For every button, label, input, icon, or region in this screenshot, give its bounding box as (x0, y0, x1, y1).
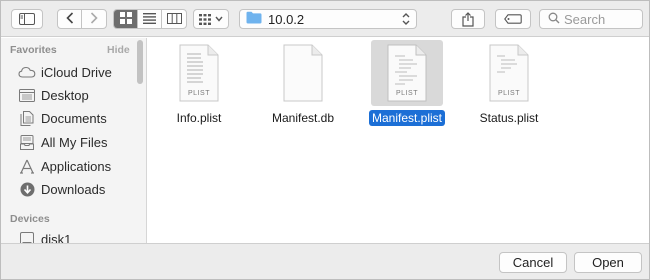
chevron-right-icon (90, 11, 98, 27)
file-name: Manifest.db (271, 111, 335, 125)
view-mode-selector (113, 9, 187, 29)
file-name: Info.plist (176, 111, 222, 125)
grid-icon (119, 11, 132, 27)
open-button[interactable]: Open (574, 252, 642, 273)
path-popup[interactable]: 10.0.2 (239, 9, 417, 29)
file-item-manifest-db[interactable]: Manifest.db (258, 40, 348, 126)
sidebar-item-label: All My Files (41, 134, 108, 150)
chevron-left-icon (65, 11, 74, 27)
sidebar-toggle-icon (19, 13, 35, 25)
documents-icon (18, 110, 36, 126)
icon-view-button[interactable] (114, 10, 138, 28)
back-button[interactable] (58, 10, 82, 28)
sidebar-item-all-my-files[interactable]: All My Files (18, 132, 107, 152)
devices-header: Devices (10, 213, 50, 225)
columns-icon (166, 12, 182, 27)
search-placeholder: Search (564, 11, 606, 27)
sidebar-item-label: iCloud Drive (41, 64, 112, 80)
cancel-button[interactable]: Cancel (499, 252, 567, 273)
sidebar-item-label: Downloads (41, 181, 106, 197)
disk-icon (18, 231, 36, 243)
folder-icon (246, 11, 262, 27)
path-label: 10.0.2 (268, 11, 305, 27)
share-icon (462, 11, 474, 27)
tag-button[interactable] (495, 9, 531, 29)
file-type-badge: PLIST (188, 90, 210, 97)
open-file-dialog: 10.0.2 Search Favorites Hide iCloud Driv… (0, 0, 650, 280)
file-type-badge: PLIST (498, 90, 520, 97)
dialog-footer: Cancel Open (1, 243, 649, 279)
sidebar-item-icloud-drive[interactable]: iCloud Drive (18, 62, 112, 82)
sidebar-scrollbar[interactable] (137, 40, 143, 84)
file-item-manifest-plist[interactable]: PLIST Manifest.plist (362, 40, 452, 126)
applications-icon (18, 158, 36, 174)
sidebar: Favorites Hide iCloud Drive Desktop Docu… (1, 38, 147, 243)
sidebar-item-label: Applications (41, 158, 112, 174)
column-view-button[interactable] (162, 10, 186, 28)
sidebar-item-label: Documents (41, 110, 107, 126)
all-files-icon (18, 134, 36, 150)
sidebar-toggle-button[interactable] (11, 9, 43, 29)
favorites-header: Favorites (10, 44, 57, 56)
file-name: Manifest.plist (368, 110, 446, 126)
list-icon (143, 12, 156, 27)
updown-chevron-icon (402, 12, 410, 29)
chevron-down-icon (215, 16, 223, 22)
tag-icon (504, 14, 522, 24)
history-nav (57, 9, 107, 29)
sidebar-item-desktop[interactable]: Desktop (18, 85, 89, 105)
desktop-icon (18, 87, 36, 103)
file-name: Status.plist (479, 111, 539, 125)
sidebar-item-label: disk1 (41, 231, 72, 244)
downloads-icon (18, 181, 36, 197)
hide-favorites-link[interactable]: Hide (107, 44, 130, 56)
toolbar: 10.0.2 Search (1, 1, 649, 37)
sidebar-item-documents[interactable]: Documents (18, 108, 107, 128)
sidebar-item-downloads[interactable]: Downloads (18, 179, 105, 199)
file-browser: PLIST Info.plist Manifest.db PLIST Manif… (148, 38, 649, 243)
file-type-badge: PLIST (396, 90, 418, 97)
arrange-button[interactable] (193, 9, 229, 29)
file-item-status-plist[interactable]: PLIST Status.plist (464, 40, 554, 126)
cloud-icon (18, 64, 36, 80)
sidebar-item-label: Desktop (41, 87, 89, 103)
blank-file-icon (267, 40, 339, 106)
search-field[interactable]: Search (539, 9, 643, 29)
arrange-grid-icon (199, 13, 211, 25)
share-button[interactable] (451, 9, 485, 29)
sidebar-item-applications[interactable]: Applications (18, 156, 111, 176)
file-item-info-plist[interactable]: PLIST Info.plist (154, 40, 244, 126)
list-view-button[interactable] (138, 10, 162, 28)
sidebar-item-disk1[interactable]: disk1 (18, 229, 71, 243)
forward-button[interactable] (82, 10, 106, 28)
search-icon (548, 12, 560, 27)
